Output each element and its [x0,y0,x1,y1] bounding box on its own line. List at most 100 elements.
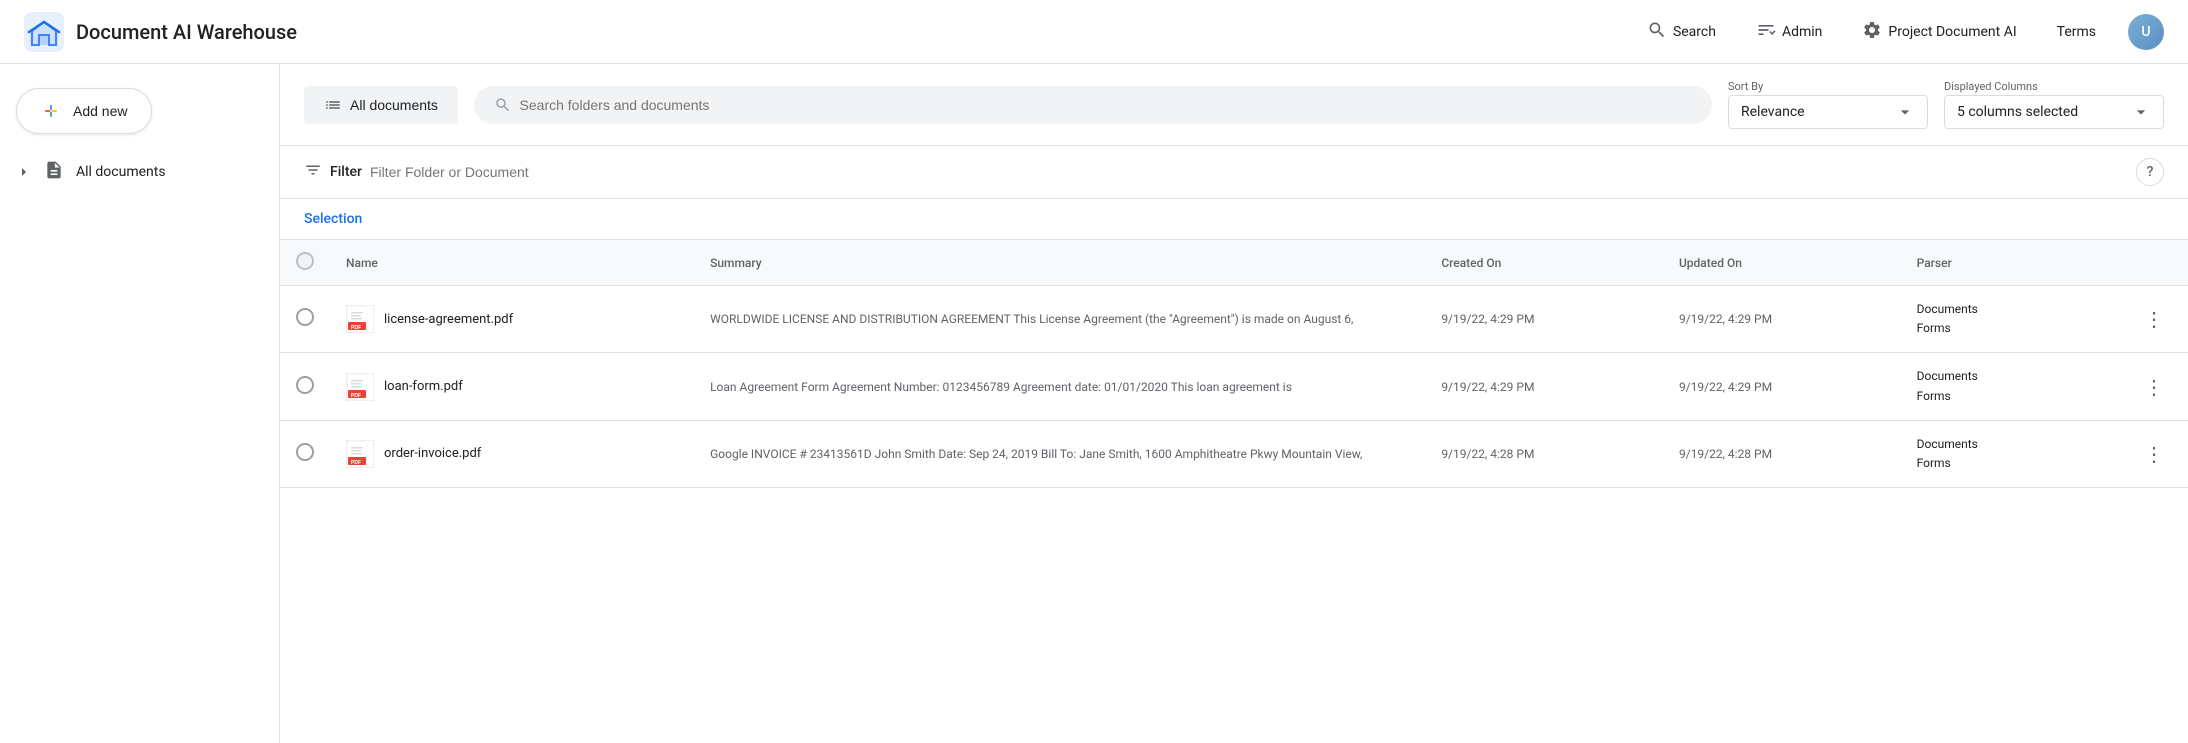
sort-by-value: Relevance [1741,104,1805,120]
main-content: All documents Sort By Relevance Displa [280,64,2188,743]
app-title: Document AI Warehouse [76,20,297,44]
terms-nav-label: Terms [2057,24,2096,40]
search-input[interactable] [520,97,1692,113]
row-parser-cell: DocumentsForms [1901,286,2120,353]
col-header-created: Created On [1425,240,1663,286]
avatar[interactable]: U [2128,14,2164,50]
col-header-updated: Updated On [1663,240,1901,286]
terms-nav-item[interactable]: Terms [2049,16,2104,48]
row-actions-cell: ⋮ [2120,353,2188,420]
all-documents-button[interactable]: All documents [304,86,458,124]
sort-by-container: Sort By Relevance [1728,80,1928,129]
filter-label: Filter [330,164,362,180]
sidebar: Add new All documents [0,64,280,743]
nav-actions: Search Admin Project Document AI Terms U [1639,12,2164,52]
expand-icon [16,164,32,180]
row-name-cell: PDF order-invoice.pdf [330,420,694,487]
app-logo-icon [24,12,64,52]
col-header-summary: Summary [694,240,1425,286]
search-nav-label: Search [1673,24,1716,40]
row-name-cell: PDF license-agreement.pdf [330,286,694,353]
project-nav-item[interactable]: Project Document AI [1854,12,2024,52]
project-nav-label: Project Document AI [1888,24,2016,40]
sidebar-item-all-documents[interactable]: All documents [0,150,263,194]
row-summary-cell: Loan Agreement Form Agreement Number: 01… [694,353,1425,420]
row-more-actions-button[interactable]: ⋮ [2136,303,2172,335]
row-checkbox[interactable] [296,443,314,461]
document-icon [44,160,64,184]
table-container: Name Summary Created On Updated On Parse… [280,240,2188,488]
row-checkbox[interactable] [296,308,314,326]
row-created-cell: 9/19/22, 4:29 PM [1425,353,1663,420]
filter-bar: Filter ? [280,146,2188,199]
row-actions-cell: ⋮ [2120,420,2188,487]
select-all-checkbox[interactable] [296,252,314,270]
col-header-actions [2120,240,2188,286]
table-row: PDF license-agreement.pdf WORLDWIDE LICE… [280,286,2188,353]
columns-container: Displayed Columns 5 columns selected [1944,80,2164,129]
filter-left: Filter [304,161,570,183]
columns-value: 5 columns selected [1957,104,2078,120]
row-checkbox-cell [280,286,330,353]
add-new-button[interactable]: Add new [16,88,152,134]
row-created-cell: 9/19/22, 4:28 PM [1425,420,1663,487]
table-header: Name Summary Created On Updated On Parse… [280,240,2188,286]
row-checkbox[interactable] [296,376,314,394]
pdf-icon: PDF [346,305,374,333]
all-documents-btn-label: All documents [350,97,438,113]
app-layout: Add new All documents All documents [0,64,2188,743]
search-nav-item[interactable]: Search [1639,12,1724,52]
documents-table: Name Summary Created On Updated On Parse… [280,240,2188,488]
selection-bar: Selection [280,199,2188,240]
svg-text:PDF: PDF [351,460,361,466]
row-updated-cell: 9/19/22, 4:29 PM [1663,286,1901,353]
row-parser-cell: DocumentsForms [1901,420,2120,487]
row-actions-cell: ⋮ [2120,286,2188,353]
row-summary-cell: Google INVOICE # 23413561D John Smith Da… [694,420,1425,487]
row-checkbox-cell [280,353,330,420]
plus-icon [41,101,61,121]
admin-nav-item[interactable]: Admin [1748,12,1830,52]
row-filename: license-agreement.pdf [384,312,513,327]
row-checkbox-cell [280,420,330,487]
pdf-icon: PDF [346,373,374,401]
row-parser-cell: DocumentsForms [1901,353,2120,420]
pdf-icon: PDF [346,440,374,468]
row-more-actions-button[interactable]: ⋮ [2136,438,2172,470]
search-bar-icon [494,96,512,114]
row-filename: order-invoice.pdf [384,446,481,461]
table-row: PDF order-invoice.pdf Google INVOICE # 2… [280,420,2188,487]
row-filename: loan-form.pdf [384,379,463,394]
filter-input[interactable] [370,164,570,180]
top-nav: Document AI Warehouse Search Admin Proje… [0,0,2188,64]
help-button[interactable]: ? [2136,158,2164,186]
row-created-cell: 9/19/22, 4:29 PM [1425,286,1663,353]
sort-by-select[interactable]: Relevance [1728,95,1928,129]
row-updated-cell: 9/19/22, 4:28 PM [1663,420,1901,487]
app-logo: Document AI Warehouse [24,12,297,52]
header-checkbox-cell [280,240,330,286]
row-more-actions-button[interactable]: ⋮ [2136,371,2172,403]
table-body: PDF license-agreement.pdf WORLDWIDE LICE… [280,286,2188,488]
sort-by-dropdown-icon [1895,102,1915,122]
row-name-cell: PDF loan-form.pdf [330,353,694,420]
avatar-initials: U [2141,24,2150,40]
svg-text:PDF: PDF [351,325,361,331]
list-icon [324,96,342,114]
all-documents-label: All documents [76,164,166,180]
search-bar [474,86,1712,124]
sort-by-label: Sort By [1728,80,1928,93]
row-updated-cell: 9/19/22, 4:29 PM [1663,353,1901,420]
svg-text:PDF: PDF [351,393,361,399]
columns-dropdown-icon [2131,102,2151,122]
admin-nav-label: Admin [1782,24,1822,40]
columns-select[interactable]: 5 columns selected [1944,95,2164,129]
admin-icon [1756,20,1776,44]
col-header-name: Name [330,240,694,286]
gear-icon [1862,20,1882,44]
col-header-parser: Parser [1901,240,2120,286]
row-summary-cell: WORLDWIDE LICENSE AND DISTRIBUTION AGREE… [694,286,1425,353]
search-icon [1647,20,1667,44]
columns-label: Displayed Columns [1944,80,2164,93]
selection-label[interactable]: Selection [304,211,362,227]
